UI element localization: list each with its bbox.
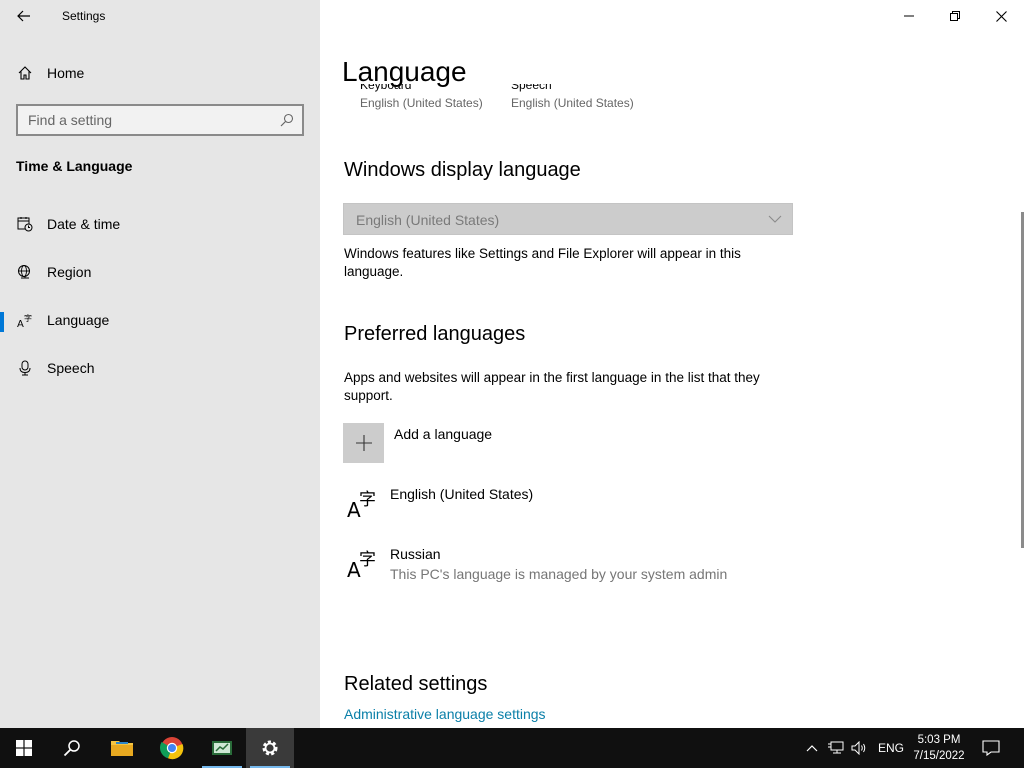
shortcut-name: Speech [511, 84, 552, 92]
sidebar-item-label: Home [47, 65, 85, 81]
language-status: This PC's language is managed by your sy… [390, 566, 728, 582]
keyboard-shortcut[interactable]: Keyboard English (United States) [360, 84, 483, 110]
sidebar: Settings Home Time & Language Date & tim… [0, 0, 320, 728]
taskbar-presentation-app[interactable] [198, 728, 246, 768]
sidebar-item-speech[interactable]: Speech [0, 350, 320, 386]
notification-icon [982, 740, 1000, 756]
sidebar-item-label: Region [47, 264, 92, 280]
restore-icon [950, 11, 960, 21]
shortcut-value: English (United States) [360, 96, 483, 110]
language-icon: A字 [347, 490, 376, 520]
sidebar-item-home[interactable]: Home [0, 58, 320, 88]
add-language-label: Add a language [394, 426, 493, 442]
shortcut-value: English (United States) [511, 96, 634, 110]
chevron-down-icon [768, 215, 782, 223]
related-settings-heading: Related settings [344, 673, 488, 695]
main-content: Language Keyboard English (United States… [320, 0, 1024, 728]
preferred-languages-description: Apps and websites will appear in the fir… [344, 370, 760, 403]
restore-button[interactable] [932, 0, 978, 32]
window-controls [886, 0, 1024, 32]
volume-button[interactable] [848, 728, 872, 768]
display-language-heading: Windows display language [344, 159, 581, 181]
svg-text:字: 字 [24, 313, 32, 323]
close-icon [995, 10, 1007, 22]
section-heading: Time & Language [16, 158, 133, 174]
sidebar-item-label: Language [47, 312, 110, 328]
language-item-russian[interactable]: A字 Russian This PC's language is managed… [343, 546, 843, 592]
calendar-clock-icon [17, 217, 33, 232]
taskbar-settings[interactable] [246, 728, 294, 768]
close-button[interactable] [978, 0, 1024, 32]
network-icon [828, 741, 844, 754]
language-item-english[interactable]: A字 English (United States) [343, 486, 843, 532]
sidebar-item-label: Speech [47, 360, 95, 376]
system-tray: ENG [800, 728, 910, 768]
chevron-up-icon [806, 745, 818, 752]
presentation-app-icon [212, 741, 232, 755]
plus-icon [355, 435, 372, 451]
language-shortcuts: Keyboard English (United States) Speech … [360, 84, 660, 124]
administrative-language-settings-link[interactable]: Administrative language settings [344, 706, 546, 722]
chrome-icon [160, 737, 184, 760]
language-name: Russian [390, 546, 441, 562]
back-arrow-icon [17, 10, 30, 22]
speech-shortcut[interactable]: Speech English (United States) [511, 84, 634, 110]
search-icon[interactable] [280, 113, 294, 127]
taskbar-search-button[interactable] [48, 728, 96, 768]
home-icon [18, 66, 32, 80]
preferred-languages-heading: Preferred languages [344, 323, 526, 345]
taskbar-chrome[interactable] [148, 728, 196, 768]
plus-box [343, 423, 384, 463]
folder-icon [111, 741, 133, 756]
sidebar-item-language[interactable]: A字 Language [0, 302, 320, 338]
minimize-icon [904, 15, 914, 17]
display-language-description: Windows features like Settings and File … [344, 246, 741, 279]
app-title: Settings [62, 9, 106, 23]
action-center-button[interactable] [968, 728, 1014, 768]
start-button[interactable] [0, 728, 48, 768]
add-language-button[interactable]: Add a language [343, 423, 743, 463]
sidebar-item-label: Date & time [47, 216, 121, 232]
speaker-icon [851, 741, 866, 755]
language-icon: A字 [347, 550, 376, 580]
gear-icon [262, 740, 278, 756]
taskbar: ENG 5:03 PM 7/15/2022 [0, 728, 1024, 768]
svg-text:A: A [17, 319, 24, 328]
shortcut-name: Keyboard [360, 84, 412, 92]
sidebar-item-date-time[interactable]: Date & time [0, 206, 320, 242]
search-icon [63, 740, 80, 757]
taskbar-file-explorer[interactable] [98, 728, 146, 768]
microphone-icon [19, 360, 31, 376]
show-hidden-icons-button[interactable] [800, 728, 824, 768]
language-icon: A字 [17, 313, 32, 328]
minimize-button[interactable] [886, 0, 932, 32]
svg-text:字: 字 [359, 550, 376, 570]
sidebar-item-region[interactable]: Region [0, 254, 320, 290]
network-button[interactable] [824, 728, 848, 768]
windows-logo-icon [16, 740, 32, 756]
back-button[interactable] [10, 4, 38, 28]
search-box[interactable] [16, 104, 304, 136]
globe-icon [18, 265, 30, 279]
display-language-dropdown[interactable]: English (United States) [343, 203, 793, 235]
search-input[interactable] [18, 106, 302, 134]
svg-text:字: 字 [359, 490, 376, 510]
language-name: English (United States) [390, 486, 534, 502]
dropdown-value: English (United States) [356, 212, 500, 228]
